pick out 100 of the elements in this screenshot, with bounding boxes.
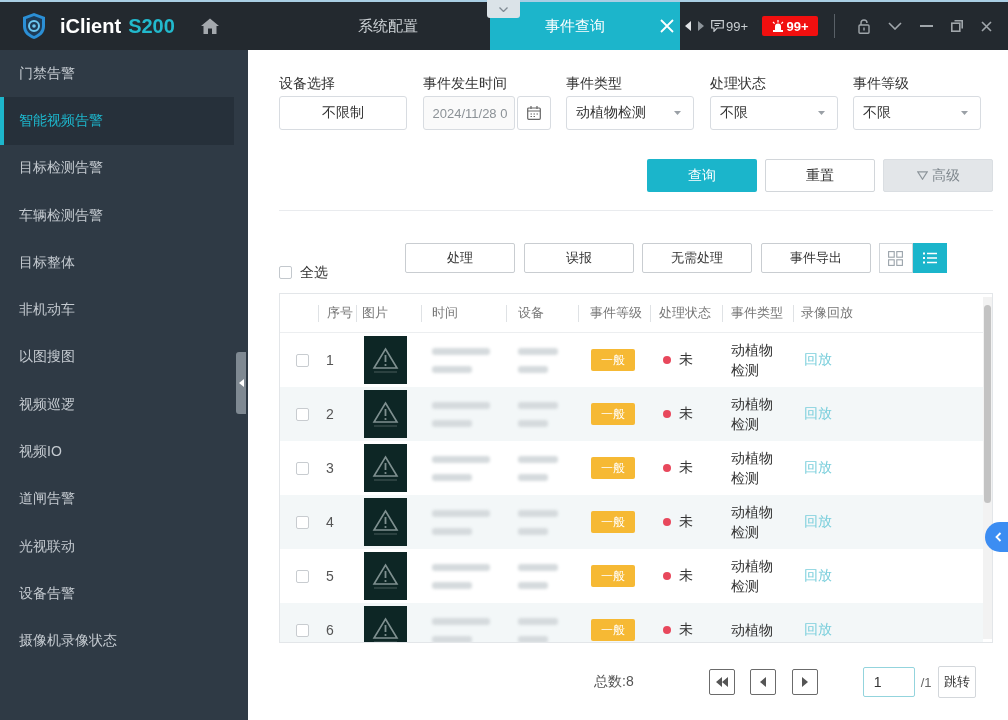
scrollbar-thumb[interactable]: [984, 305, 991, 503]
button[interactable]: 事件导出: [760, 243, 871, 273]
restore-icon[interactable]: [951, 20, 964, 32]
sidebar-item[interactable]: 道闸告警: [0, 475, 234, 523]
triangle-right-icon[interactable]: [698, 21, 704, 31]
calendar-button[interactable]: [516, 96, 551, 130]
triangle-down-icon: [916, 171, 928, 180]
chevron-left-icon: [995, 532, 1002, 542]
field-label: 事件等级: [853, 74, 910, 92]
sidebar-item[interactable]: 视频巡逻: [0, 381, 234, 429]
dropdown-field[interactable]: 不限: [853, 96, 981, 130]
sidebar-collapse-handle[interactable]: [236, 352, 246, 414]
field-label: 处理状态: [709, 74, 767, 92]
severity-badge: 一般: [591, 349, 635, 371]
sidebar-item[interactable]: 设备告警: [0, 570, 234, 618]
sidebar-item[interactable]: 门禁告警: [0, 50, 234, 98]
model-name: S200: [128, 14, 175, 38]
triangle-left-icon: [759, 677, 766, 687]
next-page-button[interactable]: [791, 669, 818, 695]
tab[interactable]: 系统配置: [285, 2, 490, 50]
dropdown-field[interactable]: 不限: [709, 96, 838, 130]
caret-down-icon: [961, 111, 968, 115]
siren-icon: [771, 20, 784, 32]
page-input[interactable]: 1: [862, 667, 915, 697]
sidebar-item[interactable]: 以图搜图: [0, 333, 234, 382]
warning-icon: [364, 606, 407, 642]
warning-icon: [364, 444, 407, 492]
device-picker[interactable]: 不限制: [279, 96, 407, 130]
severity-badge: 一般: [591, 619, 635, 641]
row-number: 2: [326, 406, 334, 422]
row-checkbox[interactable]: [296, 407, 309, 421]
button[interactable]: 无需处理: [642, 243, 752, 273]
row-checkbox[interactable]: [296, 461, 309, 475]
event-type-text: 动植物检测: [731, 449, 774, 488]
tab-menu-handle[interactable]: [487, 0, 520, 18]
field-label: 设备选择: [279, 74, 336, 92]
jump-button[interactable]: 跳转: [937, 666, 976, 698]
caret-down-icon: [499, 6, 508, 12]
triangle-right-icon: [801, 677, 808, 687]
close-icon[interactable]: [981, 20, 993, 32]
sidebar-item[interactable]: 摄像机录像状态: [0, 617, 234, 665]
select-all-checkbox[interactable]: [279, 265, 292, 279]
lock-icon[interactable]: [858, 18, 871, 34]
row-number: 4: [326, 514, 334, 530]
button[interactable]: 误报: [523, 243, 634, 273]
grid-icon: [888, 250, 903, 266]
sidebar-item[interactable]: 车辆检测告警: [0, 191, 234, 240]
button[interactable]: 处理: [405, 243, 515, 273]
status-text: 未: [679, 513, 693, 531]
first-page-button[interactable]: [708, 669, 735, 695]
previous-page-button[interactable]: [749, 669, 776, 695]
alarm-button[interactable]: 99+: [762, 16, 819, 36]
severity-badge: 一般: [591, 457, 635, 479]
page-count: /1: [920, 674, 932, 690]
row-number: 3: [326, 460, 334, 476]
minimize-icon[interactable]: [920, 25, 934, 27]
row-number: 6: [326, 622, 334, 638]
row-checkbox[interactable]: [296, 623, 309, 637]
row-checkbox[interactable]: [296, 515, 309, 529]
total-count: 总数:8: [594, 673, 634, 691]
status-text: 未: [679, 405, 693, 423]
triangle-left-icon[interactable]: [685, 21, 691, 31]
view-toggle[interactable]: [878, 243, 913, 273]
event-type-text: 动植物检测: [731, 395, 774, 434]
chat-icon: [711, 20, 724, 32]
dropdown-field[interactable]: 动植物检测: [566, 96, 694, 130]
caret-down-icon: [817, 111, 825, 115]
sidebar-item[interactable]: 视频IO: [0, 428, 234, 476]
row-checkbox[interactable]: [296, 569, 309, 583]
checkbox-label: 全选: [300, 264, 328, 280]
sidebar-item[interactable]: 目标整体: [0, 239, 234, 287]
status-text: 未: [679, 621, 693, 639]
severity-badge: 一般: [591, 511, 635, 533]
list-icon: [922, 252, 937, 264]
view-toggle[interactable]: [912, 243, 947, 273]
button[interactable]: 重置: [765, 159, 875, 192]
sidebar-item[interactable]: 目标检测告警: [0, 144, 234, 192]
sidebar-item[interactable]: 光视联动: [0, 522, 234, 571]
triangle-left-icon: [238, 379, 244, 387]
home-icon[interactable]: [201, 18, 219, 34]
chevron-down-icon[interactable]: [888, 22, 903, 30]
message-button[interactable]: 99+: [711, 18, 749, 34]
warning-icon: [364, 336, 407, 384]
row-checkbox[interactable]: [296, 353, 309, 367]
row-number: 1: [326, 352, 334, 368]
status-text: 未: [679, 567, 693, 585]
severity-badge: 一般: [591, 565, 635, 587]
double-triangle-left-icon: [715, 677, 728, 687]
field-label: 事件类型: [566, 74, 623, 92]
shield-icon: [22, 12, 46, 40]
event-type-text: 动植物检测: [731, 557, 774, 596]
warning-icon: [364, 498, 407, 546]
field-label: 事件发生时间: [422, 74, 508, 92]
scrollbar[interactable]: [983, 297, 992, 639]
sidebar-item[interactable]: 智能视频告警: [0, 97, 234, 145]
status-text: 未: [679, 351, 693, 369]
sidebar-item[interactable]: 非机动车: [0, 286, 234, 334]
event-type-text: 动植物: [731, 621, 774, 640]
caret-down-icon: [674, 111, 681, 115]
status-text: 未: [679, 459, 693, 477]
